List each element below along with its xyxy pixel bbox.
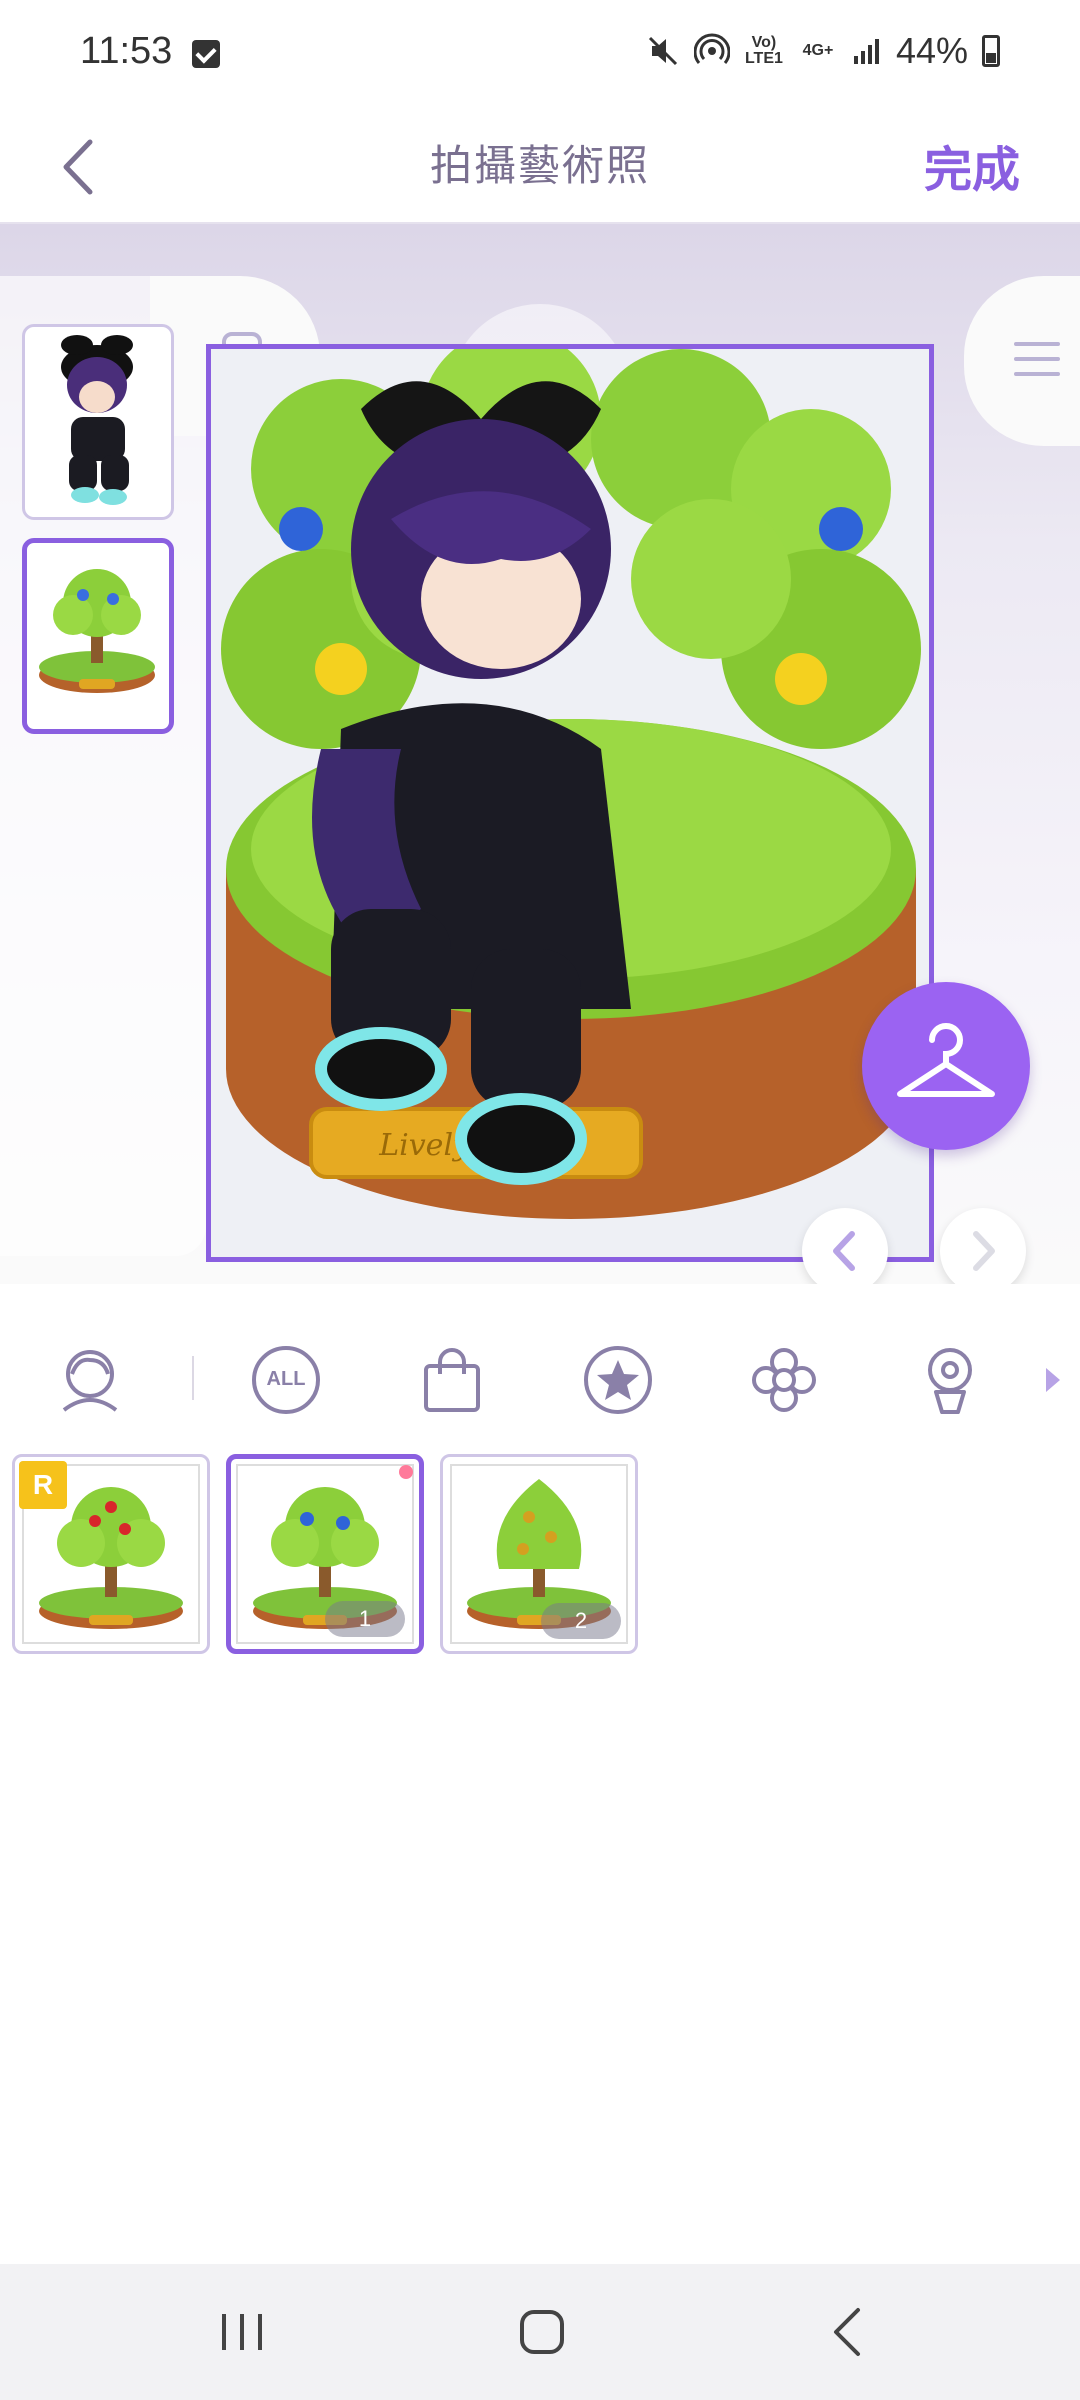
battery-icon xyxy=(982,35,1000,67)
system-back-icon[interactable] xyxy=(828,2306,868,2358)
rarity-badge: R xyxy=(19,1461,67,1509)
item-card[interactable]: 2 xyxy=(440,1454,638,1654)
item-count: 1 xyxy=(325,1601,405,1637)
character-thumbnail xyxy=(61,335,133,505)
volte-label: Vo) LTE1 xyxy=(744,34,783,67)
wardrobe-button[interactable] xyxy=(862,982,1030,1150)
layer-thumb-character[interactable] xyxy=(22,324,174,520)
potted-flower-icon[interactable] xyxy=(914,1344,986,1416)
item-card[interactable]: R xyxy=(12,1454,210,1654)
photo-frame[interactable]: Lively Island xyxy=(206,344,934,1262)
chevron-left-icon xyxy=(833,1231,855,1271)
all-label: ALL xyxy=(266,1368,306,1390)
mute-icon xyxy=(648,36,677,66)
signal-icon xyxy=(853,39,879,64)
next-button[interactable] xyxy=(940,1208,1026,1284)
avatar-icon[interactable] xyxy=(54,1344,126,1416)
photo-stage: Lively Island xyxy=(0,224,1080,1284)
recent-apps-icon[interactable] xyxy=(218,2310,266,2354)
chevron-right-icon xyxy=(973,1231,995,1271)
task-check-icon xyxy=(192,40,220,68)
status-time: 11:53 xyxy=(80,30,173,72)
category-divider xyxy=(192,1356,194,1400)
all-icon[interactable]: ALL xyxy=(250,1344,322,1416)
hanger-icon xyxy=(897,1023,995,1097)
item-card[interactable]: 1 xyxy=(226,1454,424,1654)
home-icon[interactable] xyxy=(518,2308,566,2356)
system-nav-bar xyxy=(0,2264,1080,2400)
battery-percent: 44% xyxy=(895,30,968,71)
item-count: 2 xyxy=(541,1603,621,1639)
done-button[interactable]: 完成 xyxy=(924,130,1020,200)
hotspot-icon xyxy=(693,33,730,64)
status-bar: 11:53 Vo) LTE1 4G+ 44% xyxy=(0,0,1080,110)
star-icon[interactable] xyxy=(582,1344,654,1416)
scroll-right-icon[interactable] xyxy=(1044,1366,1062,1394)
status-indicators: Vo) LTE1 4G+ 44% xyxy=(646,30,1000,72)
network-4g-label: 4G+ xyxy=(802,42,834,59)
flower-icon[interactable] xyxy=(748,1344,820,1416)
new-indicator-dot xyxy=(399,1465,413,1479)
background-thumbnail xyxy=(39,569,155,693)
layer-thumb-background[interactable] xyxy=(22,538,174,734)
menu-icon[interactable] xyxy=(1012,334,1062,384)
page-title: 拍攝藝術照 xyxy=(429,142,650,189)
category-bar: ALL xyxy=(0,1284,1080,1474)
scene-illustration: Lively Island xyxy=(221,349,921,1219)
app-header: 拍攝藝術照 完成 xyxy=(0,110,1080,224)
prev-button[interactable] xyxy=(802,1208,888,1284)
shopping-bag-icon[interactable] xyxy=(416,1344,488,1416)
